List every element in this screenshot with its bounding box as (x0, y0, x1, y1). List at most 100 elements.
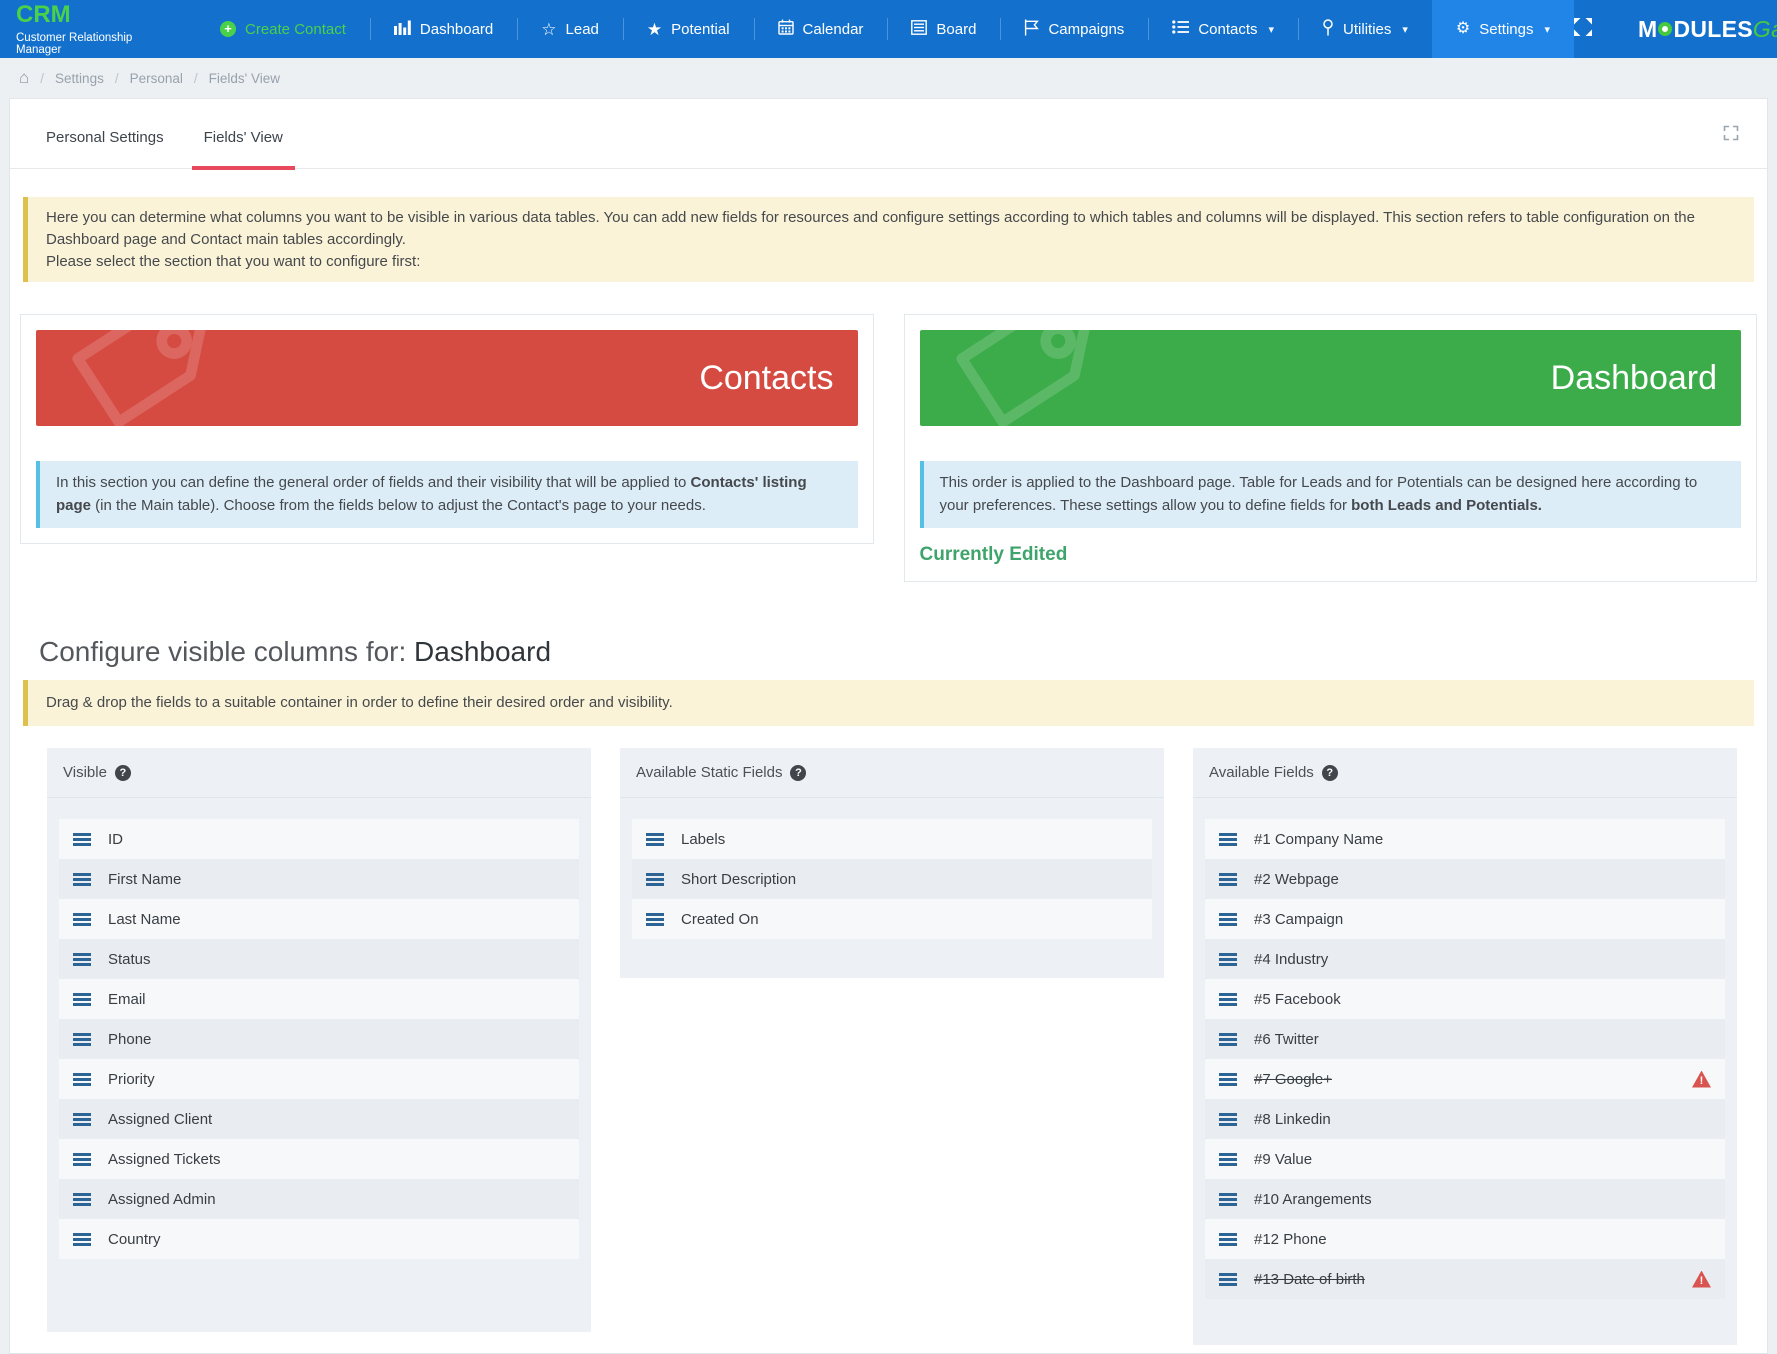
field-row[interactable]: #4 Industry (1205, 939, 1725, 979)
nav-potential[interactable]: ★ Potential (623, 0, 754, 58)
drag-handle-icon[interactable] (646, 913, 664, 926)
available-fields-column-header: Available Fields ? (1193, 748, 1737, 798)
field-row[interactable]: #5 Facebook (1205, 979, 1725, 1019)
dashboard-description: This order is applied to the Dashboard p… (920, 461, 1742, 528)
field-row-disabled[interactable]: #13 Date of birth (1205, 1259, 1725, 1299)
fullscreen-icon[interactable] (1574, 18, 1592, 41)
drag-handle-icon[interactable] (73, 993, 91, 1006)
nav-utilities[interactable]: Utilities ▾ (1298, 0, 1432, 58)
drag-handle-icon[interactable] (1219, 1193, 1237, 1206)
field-row[interactable]: Created On (632, 899, 1152, 939)
field-row[interactable]: Country (59, 1219, 579, 1259)
field-row[interactable]: Phone (59, 1019, 579, 1059)
breadcrumb-fields-view[interactable]: Fields' View (209, 71, 280, 86)
contacts-section-card[interactable]: Contacts In this section you can define … (20, 314, 874, 544)
nav-contacts[interactable]: Contacts ▾ (1148, 0, 1298, 58)
drag-handle-icon[interactable] (73, 1233, 91, 1246)
nav-dashboard[interactable]: Dashboard (370, 0, 517, 58)
help-icon[interactable]: ? (790, 765, 806, 781)
drag-handle-icon[interactable] (1219, 833, 1237, 846)
field-row[interactable]: Assigned Tickets (59, 1139, 579, 1179)
field-row[interactable]: Last Name (59, 899, 579, 939)
dashboard-section-card[interactable]: Dashboard This order is applied to the D… (904, 314, 1758, 582)
field-row[interactable]: Labels (632, 819, 1152, 859)
tab-personal-settings[interactable]: Personal Settings (34, 129, 176, 168)
drag-handle-icon[interactable] (1219, 1233, 1237, 1246)
flag-icon (1024, 19, 1039, 40)
top-navbar: CRM Customer Relationship Manager Create… (0, 0, 1777, 58)
help-icon[interactable]: ? (1322, 765, 1338, 781)
nav-settings[interactable]: ⚙ Settings ▾ (1432, 0, 1574, 58)
drag-handle-icon[interactable] (73, 1153, 91, 1166)
field-row[interactable]: ID (59, 819, 579, 859)
tab-fields-view[interactable]: Fields' View (192, 129, 295, 168)
field-row-disabled[interactable]: #7 Google+ (1205, 1059, 1725, 1099)
drag-handle-icon[interactable] (1219, 953, 1237, 966)
drag-handle-icon[interactable] (1219, 1153, 1237, 1166)
drag-handle-icon[interactable] (73, 1073, 91, 1086)
drag-handle-icon[interactable] (1219, 1073, 1237, 1086)
drag-handle-icon[interactable] (1219, 1273, 1237, 1286)
field-row[interactable]: #6 Twitter (1205, 1019, 1725, 1059)
home-icon[interactable]: ⌂ (19, 68, 29, 88)
field-row[interactable]: Short Description (632, 859, 1152, 899)
field-row[interactable]: Status (59, 939, 579, 979)
drag-handle-icon[interactable] (73, 1193, 91, 1206)
drag-handle-icon[interactable] (1219, 913, 1237, 926)
drag-handle-icon[interactable] (73, 1033, 91, 1046)
pin-icon (1322, 19, 1334, 40)
drag-handle-icon[interactable] (1219, 1113, 1237, 1126)
warning-icon (1692, 1071, 1711, 1088)
gear-icon: ⚙ (1456, 21, 1470, 37)
drag-handle-icon[interactable] (646, 833, 664, 846)
intro-prompt: Please select the section that you want … (46, 251, 1736, 273)
drag-handle-icon[interactable] (73, 873, 91, 886)
bar-chart-icon (394, 20, 411, 39)
star-icon: ★ (647, 21, 662, 38)
calendar-icon (778, 19, 794, 39)
field-row[interactable]: #8 Linkedin (1205, 1099, 1725, 1139)
dashboard-banner: Dashboard (920, 330, 1742, 426)
nav-board[interactable]: Board (887, 0, 1000, 58)
field-row[interactable]: #2 Webpage (1205, 859, 1725, 899)
field-row[interactable]: Priority (59, 1059, 579, 1099)
app-title: CRM (16, 2, 180, 27)
visible-column-list: ID First Name Last Name Status Email Pho… (47, 798, 591, 1332)
drag-handle-icon[interactable] (73, 913, 91, 926)
field-row[interactable]: Email (59, 979, 579, 1019)
contacts-banner: Contacts (36, 330, 858, 426)
drag-handle-icon[interactable] (1219, 873, 1237, 886)
field-row[interactable]: #3 Campaign (1205, 899, 1725, 939)
field-row[interactable]: First Name (59, 859, 579, 899)
board-icon (911, 20, 927, 39)
modulesgarden-logo: MDULESGarden (1638, 16, 1777, 43)
expand-card-icon[interactable] (1723, 125, 1739, 146)
breadcrumb-personal[interactable]: Personal (130, 71, 183, 86)
app-brand[interactable]: CRM Customer Relationship Manager (0, 0, 196, 58)
field-row[interactable]: #10 Arangements (1205, 1179, 1725, 1219)
plus-circle-icon (220, 21, 236, 37)
app-tagline: Customer Relationship Manager (16, 32, 180, 56)
drag-handle-icon[interactable] (73, 1113, 91, 1126)
field-row[interactable]: #9 Value (1205, 1139, 1725, 1179)
field-row[interactable]: #1 Company Name (1205, 819, 1725, 859)
available-fields-column: Available Fields ? #1 Company Name #2 We… (1193, 748, 1737, 1345)
tag-icon (60, 330, 210, 426)
drag-handle-icon[interactable] (73, 833, 91, 846)
chevron-down-icon: ▾ (1402, 23, 1408, 36)
breadcrumb-settings[interactable]: Settings (55, 71, 104, 86)
chevron-down-icon: ▾ (1544, 23, 1550, 36)
configure-heading: Configure visible columns for: Dashboard (39, 636, 1767, 668)
drag-handle-icon[interactable] (646, 873, 664, 886)
nav-calendar[interactable]: Calendar (754, 0, 888, 58)
field-row[interactable]: Assigned Admin (59, 1179, 579, 1219)
field-row[interactable]: #12 Phone (1205, 1219, 1725, 1259)
drag-handle-icon[interactable] (1219, 1033, 1237, 1046)
field-row[interactable]: Assigned Client (59, 1099, 579, 1139)
nav-create-contact[interactable]: Create Contact (196, 0, 370, 58)
help-icon[interactable]: ? (115, 765, 131, 781)
drag-handle-icon[interactable] (73, 953, 91, 966)
nav-campaigns[interactable]: Campaigns (1000, 0, 1148, 58)
drag-handle-icon[interactable] (1219, 993, 1237, 1006)
nav-lead[interactable]: ☆ Lead (517, 0, 623, 58)
